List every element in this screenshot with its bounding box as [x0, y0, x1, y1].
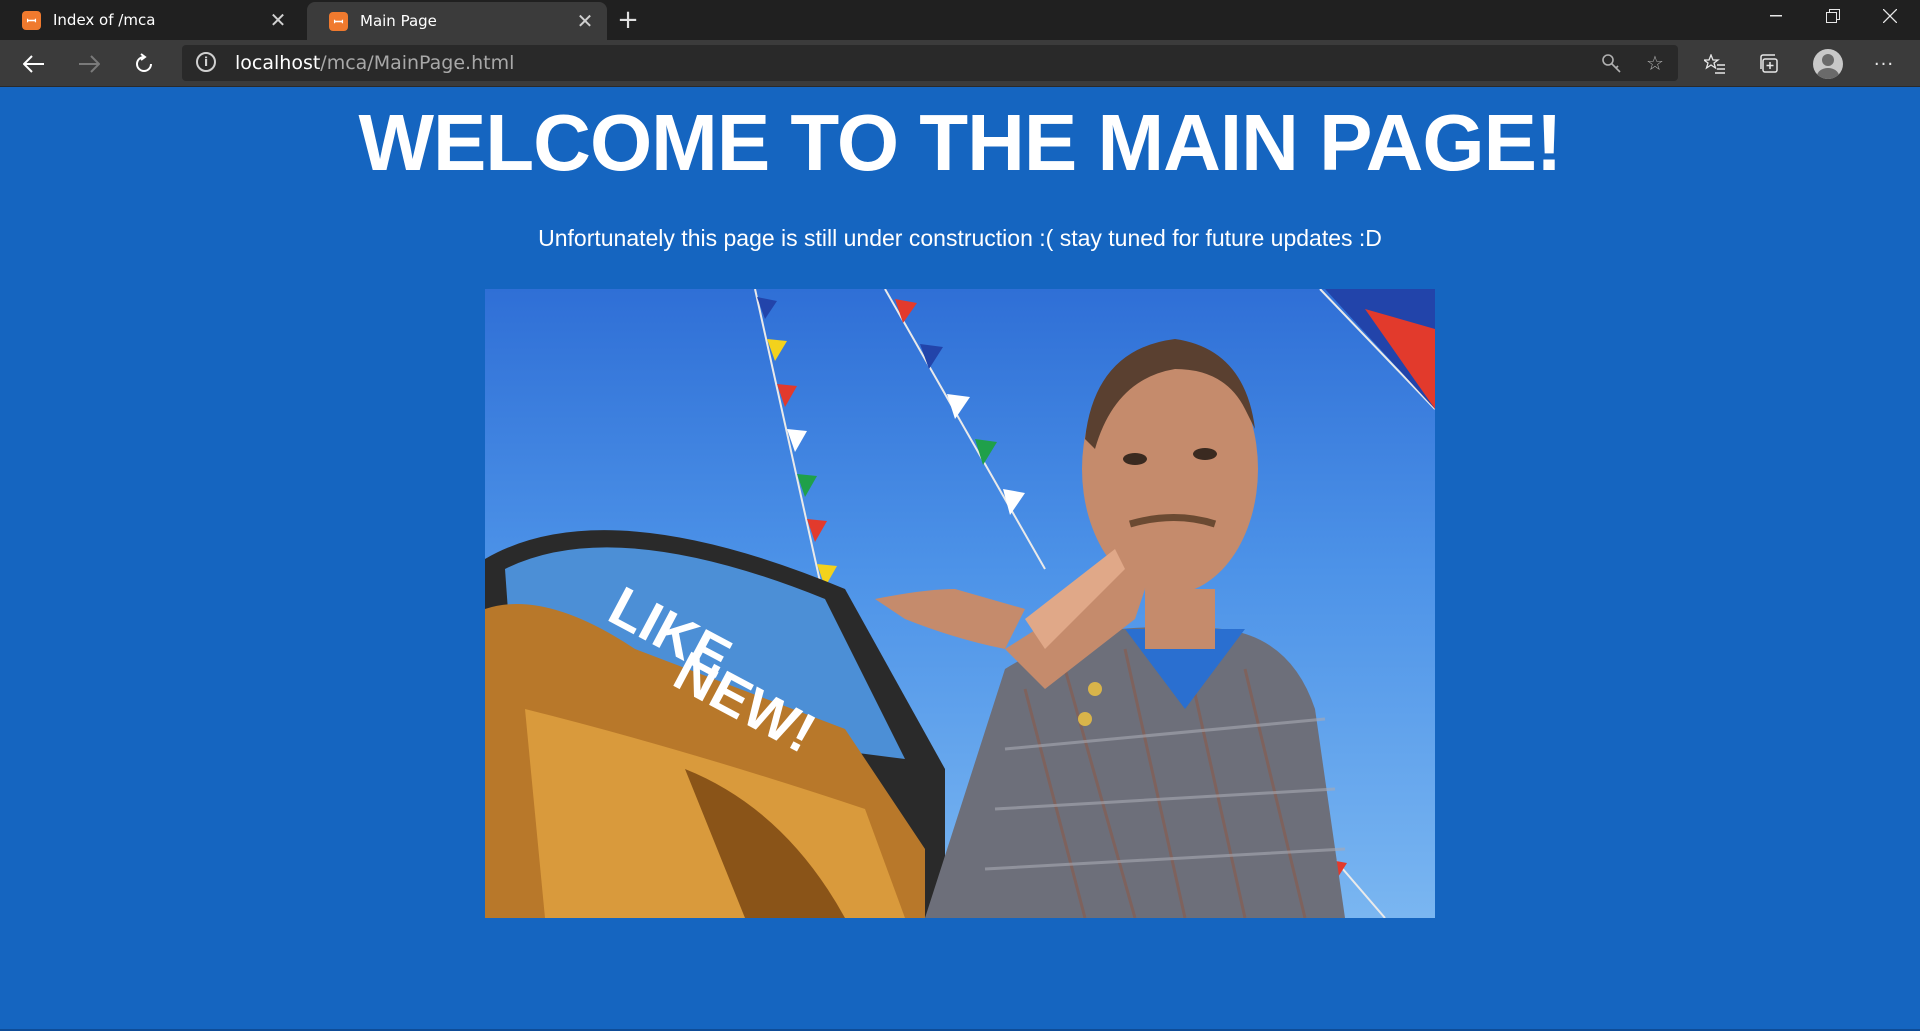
address-bar[interactable]: i localhost/mca/MainPage.html ☆	[182, 45, 1678, 81]
close-window-button[interactable]	[1862, 0, 1918, 32]
collections-icon[interactable]	[1753, 47, 1787, 81]
close-icon	[1883, 9, 1897, 23]
info-icon[interactable]: i	[196, 52, 216, 72]
tab-title: Index of /mca	[53, 11, 156, 29]
page-subtitle: Unfortunately this page is still under c…	[538, 225, 1382, 251]
minimize-icon	[1770, 15, 1782, 17]
tab-strip: ꟷ Index of /mca ✕ ꟷ Main Page ✕ +	[0, 0, 1920, 40]
collections-shape	[1760, 54, 1778, 73]
key-shape	[1602, 54, 1621, 73]
address-url[interactable]: localhost/mca/MainPage.html	[235, 52, 514, 74]
favorites-shape	[1704, 54, 1725, 74]
xampp-icon: ꟷ	[22, 10, 41, 30]
arrow-left-icon	[23, 55, 44, 73]
star-icon[interactable]: ☆	[1641, 49, 1669, 77]
browser-toolbar: i localhost/mca/MainPage.html ☆ ···	[0, 40, 1920, 87]
favorites-icon[interactable]	[1698, 47, 1732, 81]
car: LIKE NEW!	[485, 530, 945, 918]
forward-button[interactable]	[72, 47, 106, 81]
tab-title: Main Page	[360, 12, 437, 30]
hero-image: LIKE NEW!	[485, 289, 1435, 918]
restore-button[interactable]	[1805, 0, 1861, 32]
arrow-right-icon	[79, 55, 100, 73]
avatar-head	[1822, 54, 1834, 66]
back-button[interactable]	[17, 47, 51, 81]
url-path: /mca/MainPage.html	[320, 52, 515, 74]
close-tab-button[interactable]: ✕	[264, 6, 292, 34]
url-host: localhost	[235, 52, 321, 74]
restore-icon	[1826, 9, 1840, 23]
car-salesman-illustration: LIKE NEW!	[485, 289, 1435, 918]
tab-index-of-mca[interactable]: ꟷ Index of /mca ✕	[0, 0, 300, 40]
salesman	[875, 339, 1346, 918]
refresh-button[interactable]	[127, 47, 161, 81]
page-title: WELCOME TO THE MAIN PAGE!	[358, 98, 1562, 187]
tab-main-page[interactable]: ꟷ Main Page ✕	[307, 2, 607, 40]
more-options-icon[interactable]: ···	[1867, 47, 1901, 81]
avatar-shoulders	[1817, 68, 1839, 79]
page-content: WELCOME TO THE MAIN PAGE! Unfortunately …	[0, 87, 1920, 1031]
xampp-icon: ꟷ	[329, 11, 348, 31]
key-icon[interactable]	[1597, 49, 1625, 77]
profile-avatar[interactable]	[1813, 49, 1843, 79]
close-tab-button[interactable]: ✕	[571, 7, 599, 35]
minimize-button[interactable]	[1748, 0, 1804, 32]
refresh-icon	[136, 53, 152, 72]
new-tab-button[interactable]: +	[612, 4, 644, 36]
